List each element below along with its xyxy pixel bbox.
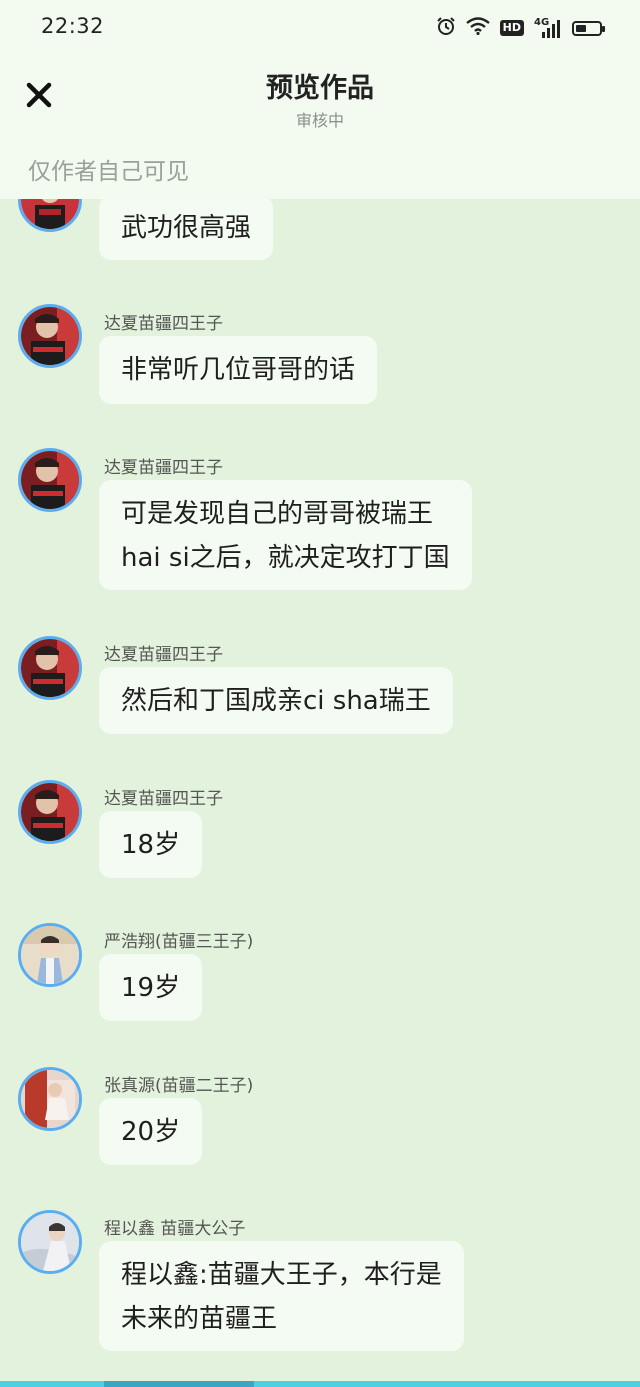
alarm-icon — [436, 16, 456, 40]
bottom-progress-strip — [0, 1381, 640, 1387]
status-icons: HD 4G — [436, 14, 605, 42]
message-line: 非常听几位哥哥的话 — [121, 355, 356, 385]
hd-icon: HD — [499, 20, 524, 36]
avatar-fourth-prince[interactable] — [18, 636, 82, 700]
visibility-notice: 仅作者自己可见 — [28, 159, 189, 185]
message-bubble[interactable]: 18岁 — [99, 811, 203, 878]
message-line: 20岁 — [121, 1117, 181, 1147]
page-title: 预览作品 — [266, 73, 374, 104]
preview-header: 22:32 HD 4G 预览作品 审核中 仅作者自己可见 — [0, 0, 640, 199]
sender-name: 张真源(苗疆二王子) — [104, 1076, 254, 1096]
message-line: 然后和丁国成亲ci sha瑞王 — [121, 686, 431, 716]
message-bubble[interactable]: 20岁 — [99, 1098, 203, 1165]
sender-name: 达夏苗疆四王子 — [104, 789, 223, 809]
message-line: 未来的苗疆王 — [121, 1304, 278, 1334]
avatar-eldest-son[interactable] — [18, 1210, 82, 1274]
message-line: hai si之后，就决定攻打丁国 — [121, 543, 450, 573]
sender-name: 程以鑫 苗疆大公子 — [104, 1219, 246, 1239]
message-line: 程以鑫:苗疆大王子，本行是 — [121, 1260, 442, 1290]
message-bubble[interactable]: 非常听几位哥哥的话 — [99, 336, 378, 404]
avatar-second-prince[interactable] — [18, 1067, 82, 1131]
status-time: 22:32 — [41, 14, 105, 38]
sender-name: 达夏苗疆四王子 — [104, 645, 223, 665]
message-bubble[interactable]: 然后和丁国成亲ci sha瑞王 — [99, 667, 453, 734]
sender-name: 严浩翔(苗疆三王子) — [104, 932, 254, 952]
sender-name: 达夏苗疆四王子 — [104, 458, 223, 478]
message-line: 18岁 — [121, 830, 181, 860]
avatar-fourth-prince[interactable] — [18, 448, 82, 512]
message-bubble[interactable]: 程以鑫:苗疆大王子，本行是 未来的苗疆王 — [99, 1241, 464, 1351]
message-line: 19岁 — [121, 973, 181, 1003]
avatar-fourth-prince[interactable] — [18, 780, 82, 844]
status-bar: 22:32 HD 4G — [0, 0, 640, 56]
message-bubble[interactable]: 可是发现自己的哥哥被瑞王 hai si之后，就决定攻打丁国 — [99, 480, 472, 590]
chat-area[interactable]: 武功很高强 达夏苗疆四王子 非常听几位哥哥的话 达夏苗疆四王子 可是发现自己的哥… — [0, 0, 640, 1387]
battery-icon — [572, 20, 605, 36]
avatar-fourth-prince[interactable] — [18, 304, 82, 368]
bottom-strip-segment — [104, 1381, 254, 1387]
message-line: 可是发现自己的哥哥被瑞王 — [121, 499, 434, 529]
message-bubble[interactable]: 武功很高强 — [99, 196, 274, 260]
message-bubble[interactable]: 19岁 — [99, 954, 203, 1021]
wifi-icon — [465, 17, 490, 39]
review-status: 审核中 — [295, 111, 344, 130]
avatar-third-prince[interactable] — [18, 923, 82, 987]
sender-name: 达夏苗疆四王子 — [104, 314, 223, 334]
message-line: 武功很高强 — [121, 213, 252, 243]
signal-icon: 4G — [534, 18, 562, 38]
